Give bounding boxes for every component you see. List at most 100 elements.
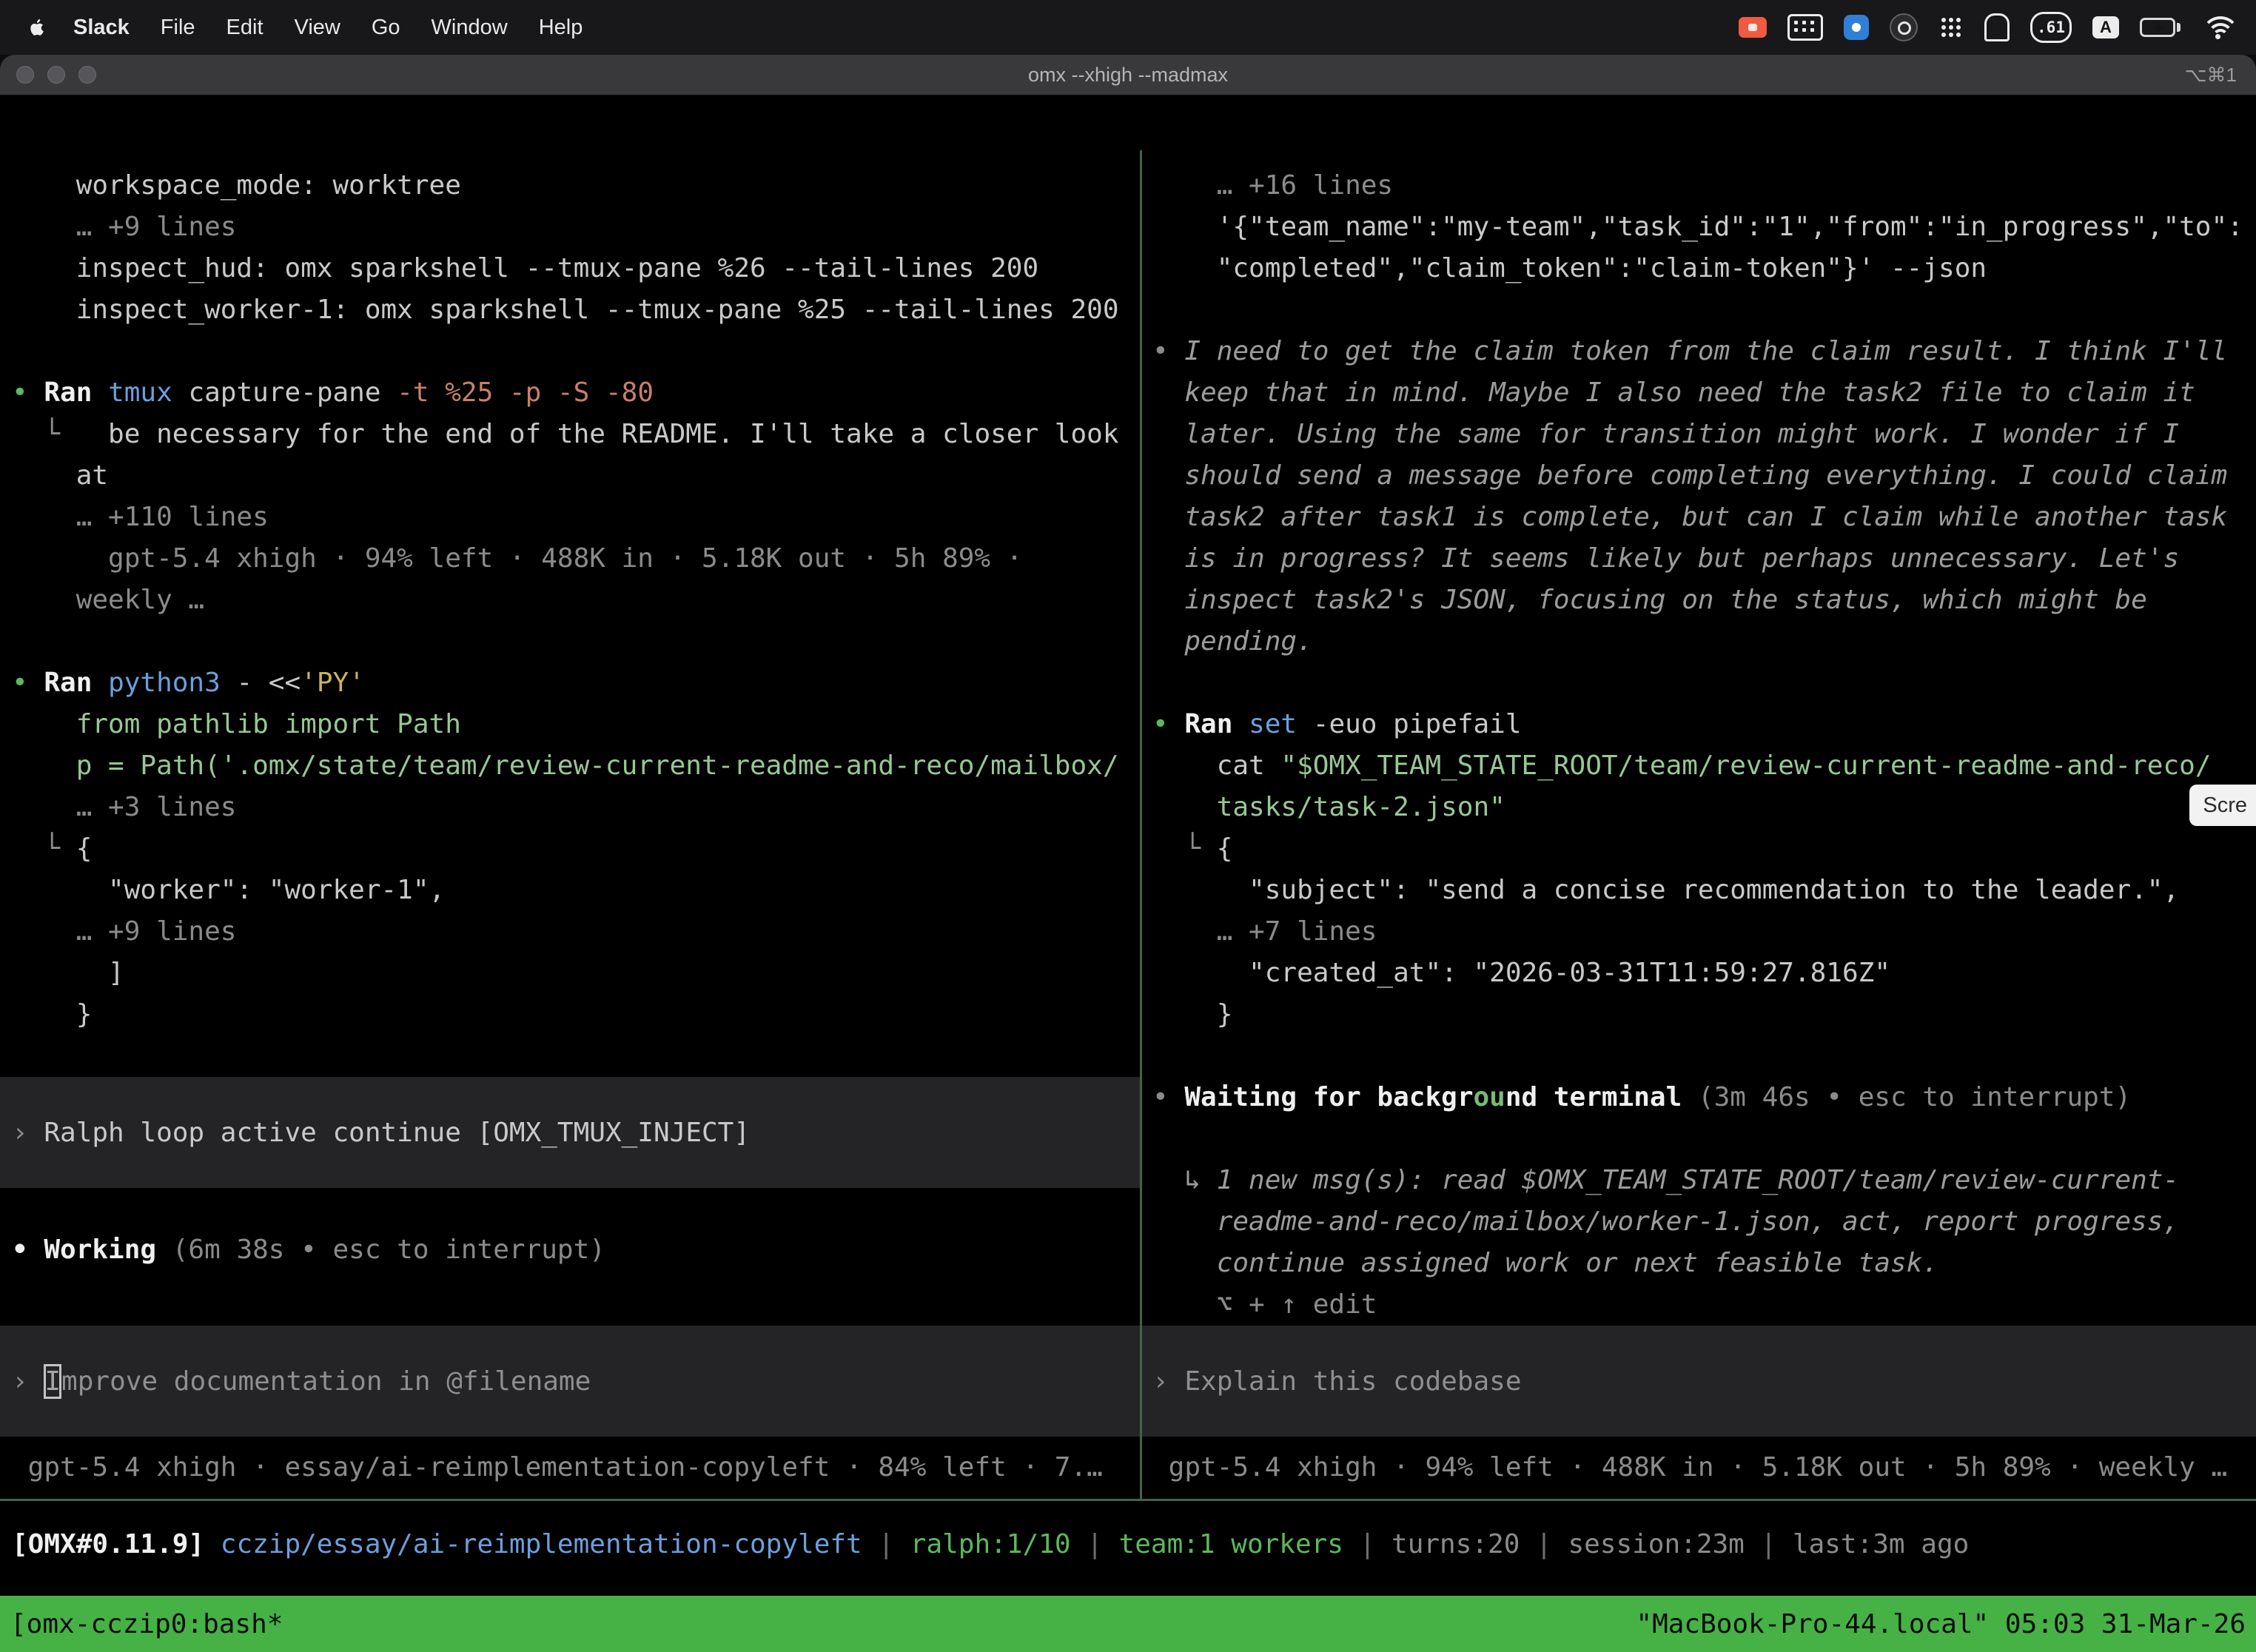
window-titlebar[interactable]: omx --xhigh --madmax ⌥⌘1 — [0, 55, 2256, 95]
terminal-line: inspect task2's JSON, focusing on the st… — [1142, 580, 2256, 621]
terminal-line: ] — [0, 953, 1140, 994]
text-run: └ — [12, 833, 76, 864]
text-run: last:3m ago — [1793, 1529, 1969, 1559]
screen-share-tooltip: Scre — [2189, 785, 2256, 826]
text-run: ⌥ + ↑ edit — [1152, 1289, 1377, 1320]
terminal-line: tasks/task-2.json" — [1142, 787, 2256, 828]
text-run: { — [76, 833, 93, 864]
tmux-session-window[interactable]: [omx-cczip0:bash* — [10, 1609, 283, 1639]
text-run: Explain this codebase — [1184, 1366, 1521, 1397]
text-run: capture-pane — [172, 377, 381, 408]
dark-app-icon[interactable] — [1890, 13, 1918, 41]
text-run: Ran — [44, 377, 92, 408]
keyboard-icon[interactable] — [1787, 14, 1823, 41]
terminal-line — [0, 1188, 1140, 1229]
terminal-line: ⌥ + ↑ edit — [1142, 1284, 2256, 1326]
terminal-line: from pathlib import Path — [0, 704, 1140, 745]
text-run: • — [1152, 709, 1184, 739]
recording-indicator[interactable] — [1739, 17, 1767, 38]
terminal-line: … +16 lines — [1142, 165, 2256, 206]
text-run: gpt-5.4 xhigh · 94% left · 488K in · 5.1… — [1152, 1452, 2227, 1483]
text-run: -t %25 -p -S -80 — [381, 377, 654, 408]
text-run: … +3 lines — [12, 792, 236, 822]
left-pane-footer: › Improve documentation in @filename gpt… — [0, 1326, 1140, 1499]
terminal-line: • Waiting for background terminal (3m 46… — [1142, 1077, 2256, 1118]
text-run: › — [12, 1118, 44, 1148]
menu-item-window[interactable]: Window — [416, 16, 523, 40]
terminal-window: omx --xhigh --madmax ⌥⌘1 workspace_mode:… — [0, 55, 2256, 1652]
prompt-band[interactable]: › Improve documentation in @filename — [0, 1326, 1140, 1437]
terminal-line — [1142, 1035, 2256, 1077]
terminal-line: ↳ 1 new msg(s): read $OMX_TEAM_STATE_ROO… — [1142, 1160, 2256, 1201]
text-run: | — [862, 1529, 910, 1559]
prompt-band[interactable]: › Ralph loop active continue [OMX_TMUX_I… — [0, 1077, 1140, 1188]
omx-status-line: [OMX#0.11.9] cczip/essay/ai-reimplementa… — [12, 1524, 1969, 1565]
text-run: set — [1232, 709, 1297, 739]
text-run: turns:20 — [1391, 1529, 1520, 1559]
menu-item-file[interactable]: File — [145, 16, 211, 40]
text-run: pending. — [1152, 626, 1313, 657]
prompt-band[interactable]: › Explain this codebase — [1142, 1326, 2256, 1437]
text-run: ralph:1/10 — [910, 1529, 1071, 1559]
right-pane[interactable]: … +16 lines '{"team_name":"my-team","tas… — [1142, 150, 2256, 1499]
right-pane-footer: › Explain this codebase gpt-5.4 xhigh · … — [1142, 1326, 2256, 1499]
input-source-icon[interactable]: A — [2092, 16, 2119, 38]
terminal-line: … +9 lines — [0, 206, 1140, 248]
terminal-line: gpt-5.4 xhigh · 94% left · 488K in · 5.1… — [0, 538, 1140, 580]
dots-grid-icon[interactable] — [1938, 15, 1964, 40]
text-run: | — [1520, 1529, 1568, 1559]
pane-divider-horizontal[interactable] — [0, 1499, 2256, 1501]
text-run: continue assigned work or next feasible … — [1152, 1248, 1938, 1278]
menu-item-edit[interactable]: Edit — [211, 16, 279, 40]
terminal-line: task2 after task1 is complete, but can I… — [1142, 497, 2256, 538]
terminal-line: should send a message before completing … — [1142, 455, 2256, 497]
terminal-line — [1142, 662, 2256, 704]
terminal-line: inspect_worker-1: omx sparkshell --tmux-… — [0, 289, 1140, 331]
text-run: [OMX#0.11.9] — [12, 1529, 204, 1559]
terminal-line: inspect_hud: omx sparkshell --tmux-pane … — [0, 248, 1140, 289]
terminal-line: … +3 lines — [0, 787, 1140, 828]
terminal-line: • Ran set -euo pipefail — [1142, 704, 2256, 745]
text-run: team:1 workers — [1119, 1529, 1343, 1559]
menu-item-help[interactable]: Help — [523, 16, 599, 40]
text-run: gpt-5.4 xhigh · essay/ai-reimplementatio… — [12, 1452, 1103, 1483]
terminal-line: p = Path('.omx/state/team/review-current… — [0, 745, 1140, 787]
text-run: cczip/essay/ai-reimplementation-copyleft — [204, 1529, 862, 1559]
text-run: "completed","claim_token":"claim-token"}… — [1152, 253, 1987, 283]
text-run: { — [1217, 833, 1233, 864]
text-run: gpt-5.4 xhigh · 94% left · 488K in · 5.1… — [12, 543, 1022, 574]
gauge-icon[interactable]: .61 — [2030, 12, 2072, 43]
tmux-status-bar: [omx-cczip0:bash* "MacBook-Pro-44.local"… — [0, 1596, 2256, 1652]
text-run: ↳ 1 new msg(s): read $OMX_TEAM_STATE_ROO… — [1152, 1165, 2179, 1195]
text-run: … +7 lines — [1152, 916, 1377, 947]
terminal-line: • Working (6m 38s • esc to interrupt) — [0, 1229, 1140, 1271]
text-run: be necessary for the end of the README. … — [76, 419, 1119, 449]
text-run: - << — [221, 668, 301, 698]
text-run: … +9 lines — [12, 916, 236, 947]
terminal-line: • Ran python3 - <<'PY' — [0, 662, 1140, 704]
text-run: I — [44, 1364, 61, 1399]
ghost-icon[interactable] — [1984, 13, 2010, 41]
terminal-line: } — [1142, 994, 2256, 1035]
text-run: "subject": "send a concise recommendatio… — [1152, 875, 2179, 905]
terminal-line — [1142, 1118, 2256, 1160]
text-run: 'PY' — [301, 668, 365, 698]
text-run: mprove documentation in @filename — [61, 1366, 591, 1397]
terminal-line: "subject": "send a concise recommendatio… — [1142, 870, 2256, 911]
apple-menu-icon[interactable] — [28, 16, 47, 38]
text-run: task2 after task1 is complete, but can I… — [1152, 502, 2227, 532]
battery-icon[interactable] — [2140, 18, 2181, 37]
text-run: Ralph loop active continue [OMX_TMUX_INJ… — [44, 1118, 750, 1148]
wifi-icon[interactable] — [2201, 16, 2234, 38]
left-pane[interactable]: workspace_mode: worktree … +9 lines insp… — [0, 150, 1140, 1499]
terminal-line: weekly … — [0, 580, 1140, 621]
window-title: omx --xhigh --madmax — [0, 64, 2256, 87]
text-run: | — [1745, 1529, 1793, 1559]
menu-item-go[interactable]: Go — [356, 16, 416, 40]
blue-app-icon[interactable] — [1844, 15, 1869, 40]
menu-item-view[interactable]: View — [279, 16, 356, 40]
text-run: I need to get the claim token from the c… — [1184, 336, 2227, 366]
terminal-line — [1142, 289, 2256, 331]
menu-app-name[interactable]: Slack — [58, 16, 145, 40]
text-run: › — [12, 1366, 44, 1397]
